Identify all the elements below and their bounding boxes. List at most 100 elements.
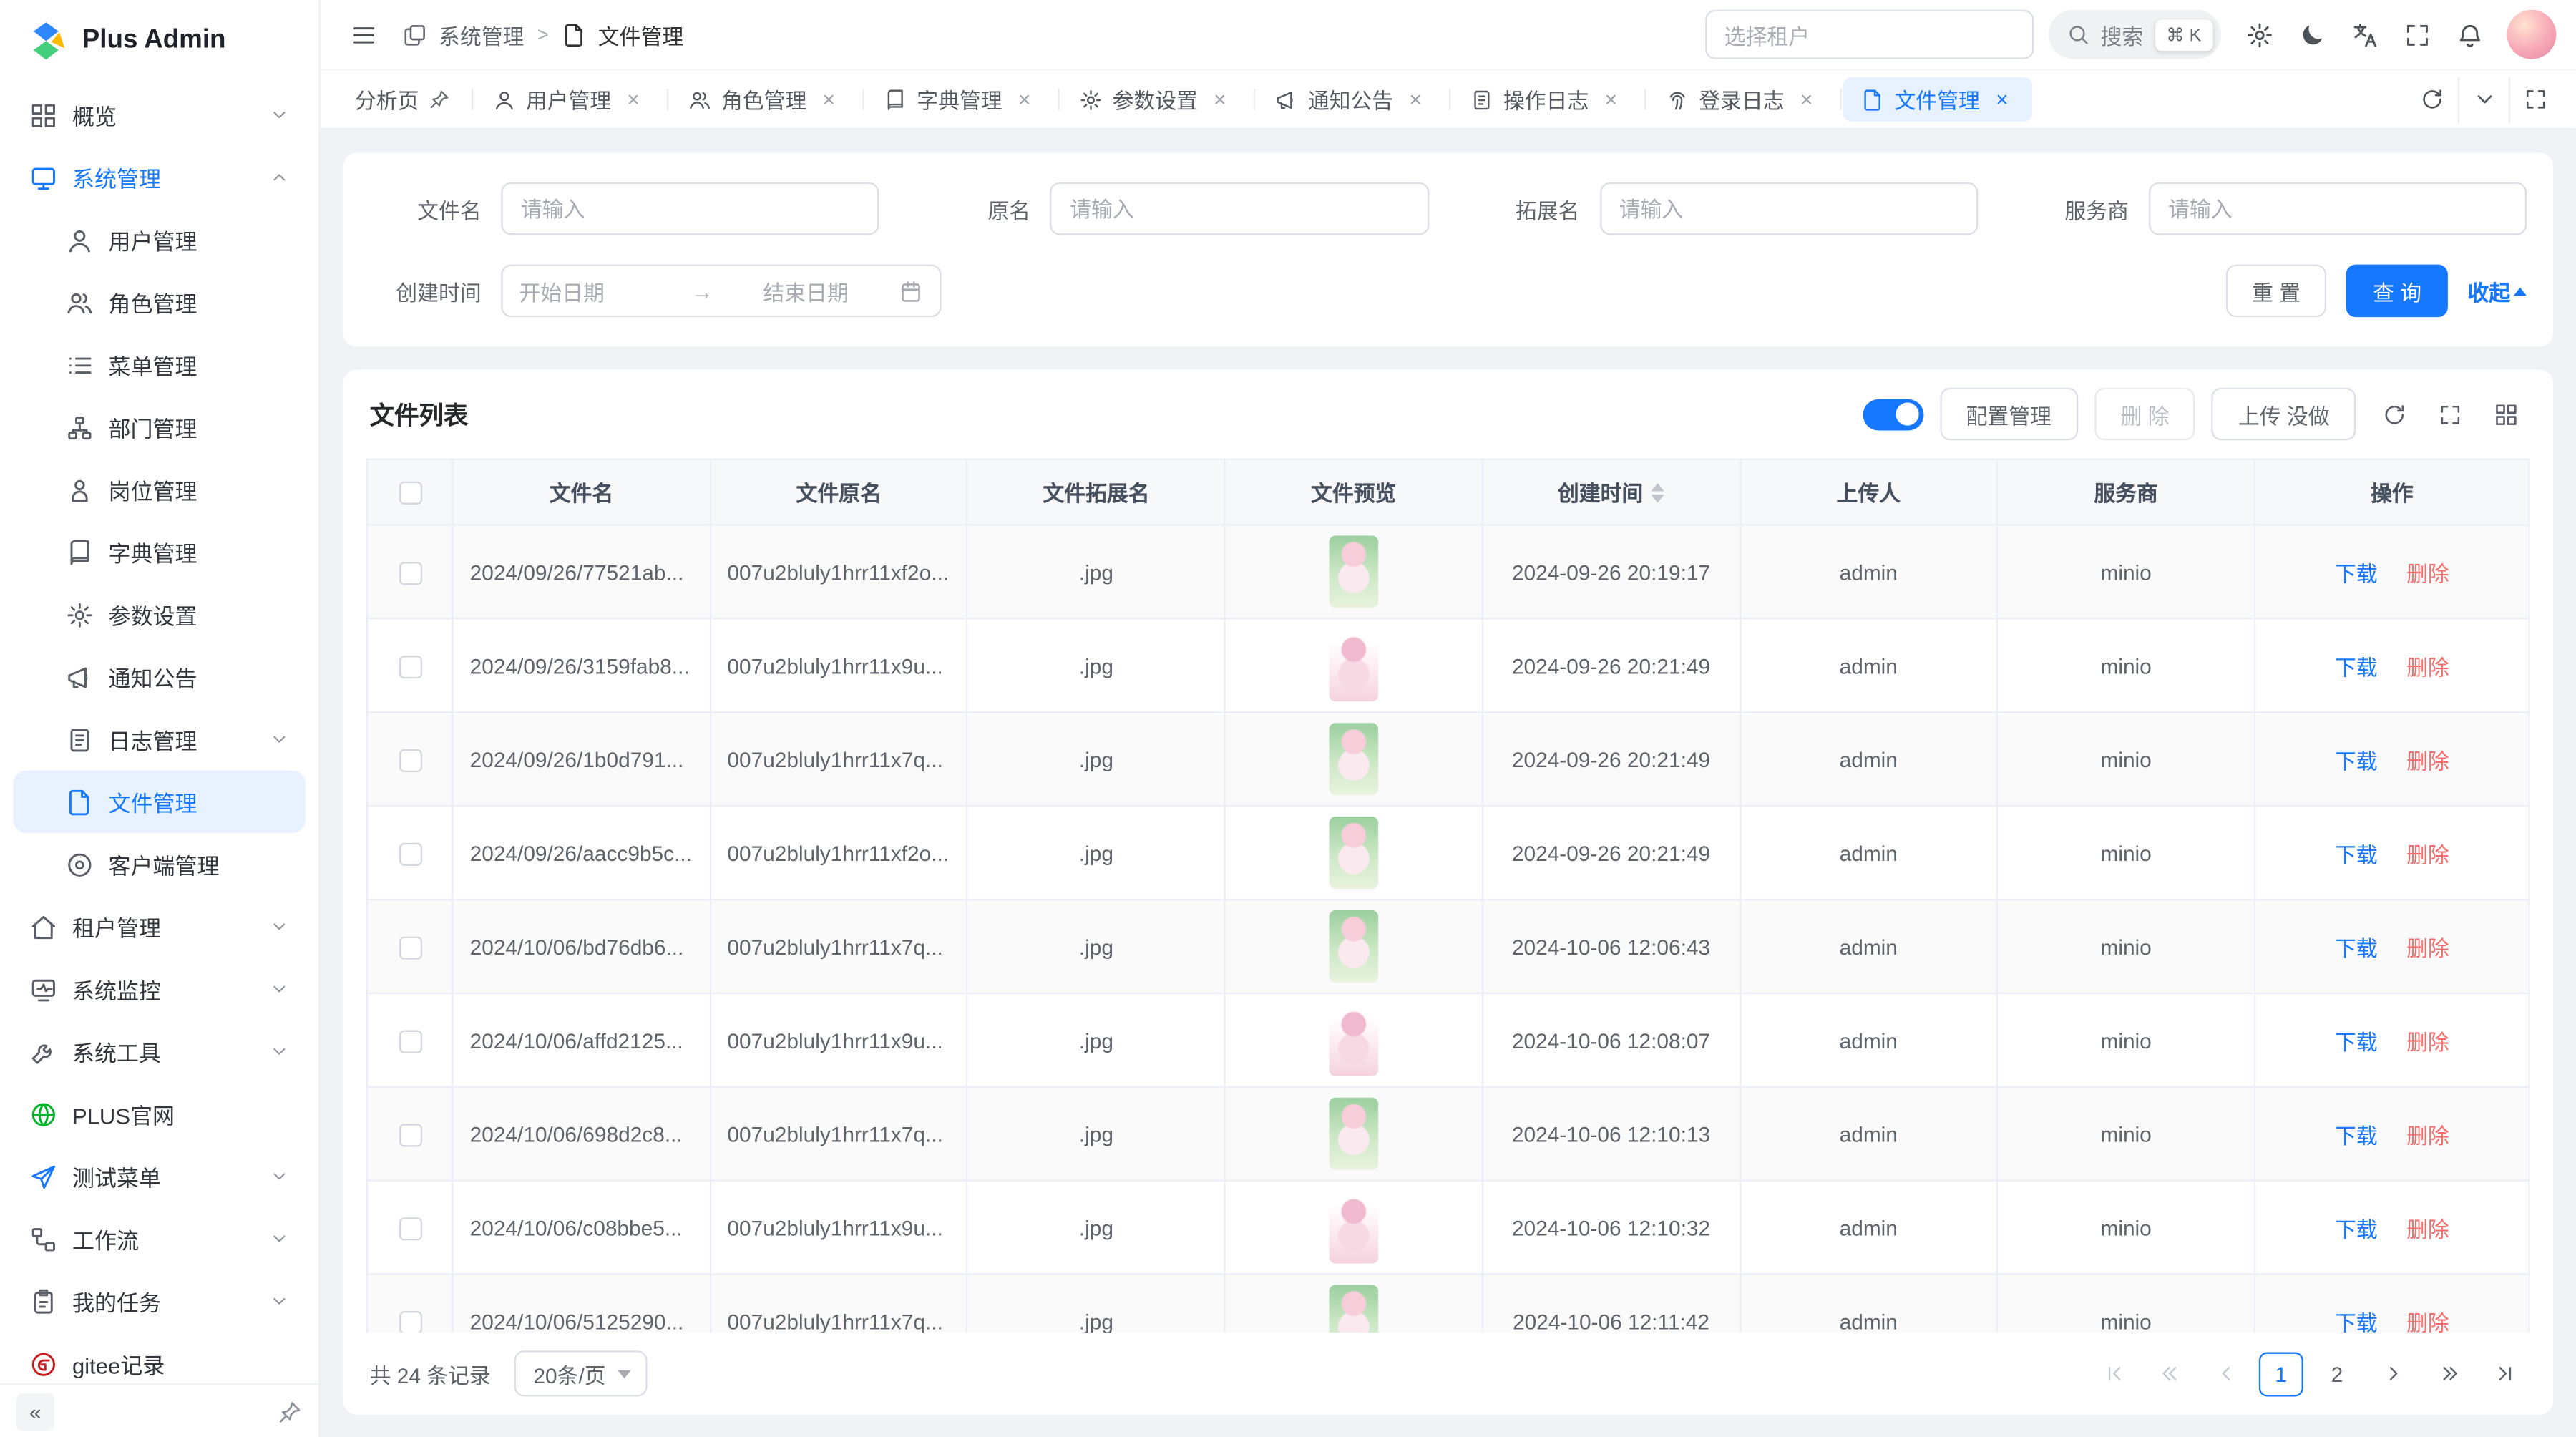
download-link[interactable]: 下载 xyxy=(2335,842,2378,867)
filter-input[interactable] xyxy=(501,182,879,235)
breadcrumb-system-mgmt[interactable]: > 系统管理 xyxy=(402,19,524,50)
row-checkbox[interactable] xyxy=(399,749,421,771)
delete-button[interactable]: 删 除 xyxy=(2094,388,2195,440)
sidebar-item-notice[interactable]: 通知公告 xyxy=(13,646,306,708)
prev-5-pages-button[interactable] xyxy=(2147,1351,2192,1395)
column-settings-icon[interactable] xyxy=(2484,393,2527,436)
select-all-checkbox[interactable] xyxy=(399,482,421,505)
close-tab-icon[interactable]: × xyxy=(1599,87,1623,112)
hamburger-menu-icon[interactable] xyxy=(340,11,386,57)
delete-link[interactable]: 删除 xyxy=(2406,936,2449,960)
global-search[interactable]: 搜索 ⌘ K xyxy=(2048,10,2221,59)
sidebar-item-param-settings[interactable]: 参数设置 xyxy=(13,583,306,646)
tab-user-mgmt[interactable]: 用户管理 × xyxy=(475,77,664,122)
close-tab-icon[interactable]: × xyxy=(816,87,841,112)
next-page-button[interactable] xyxy=(2371,1351,2415,1395)
sidebar-pin-icon[interactable] xyxy=(278,1399,302,1423)
sidebar-item-my-tasks[interactable]: 我的任务 xyxy=(13,1270,306,1333)
refresh-list-icon[interactable] xyxy=(2372,393,2415,436)
config-management-button[interactable]: 配置管理 xyxy=(1940,388,2078,440)
sidebar-item-test-menu[interactable]: 测试菜单 xyxy=(13,1145,306,1207)
delete-link[interactable]: 删除 xyxy=(2406,1310,2449,1333)
tab-param-settings[interactable]: 参数设置 × xyxy=(1061,77,1250,122)
close-tab-icon[interactable]: × xyxy=(1208,87,1232,112)
first-page-button[interactable] xyxy=(2092,1351,2136,1395)
close-tab-icon[interactable]: × xyxy=(1012,87,1036,112)
collapse-filters-link[interactable]: 收起 xyxy=(2467,276,2527,307)
download-link[interactable]: 下载 xyxy=(2335,1217,2378,1241)
sidebar-item-workflow[interactable]: 工作流 xyxy=(13,1207,306,1270)
sidebar-item-file-mgmt[interactable]: 文件管理 xyxy=(13,771,306,833)
toggle-switch[interactable] xyxy=(1863,399,1923,430)
date-range-picker[interactable]: 开始日期 → 结束日期 xyxy=(501,265,941,317)
sidebar-item-log-mgmt[interactable]: 日志管理 xyxy=(13,708,306,771)
delete-link[interactable]: 删除 xyxy=(2406,1217,2449,1241)
sidebar-item-system-tools[interactable]: 系统工具 xyxy=(13,1020,306,1083)
sidebar-item-role-mgmt[interactable]: 角色管理 xyxy=(13,271,306,333)
close-tab-icon[interactable]: × xyxy=(1990,87,2014,112)
delete-link[interactable]: 删除 xyxy=(2406,1123,2449,1147)
row-checkbox[interactable] xyxy=(399,1030,421,1053)
sidebar-item-system-mgmt[interactable]: 系统管理 xyxy=(13,146,306,208)
sidebar-item-menu-mgmt[interactable]: 菜单管理 xyxy=(13,333,306,396)
user-avatar[interactable] xyxy=(2507,10,2557,59)
download-link[interactable]: 下载 xyxy=(2335,1310,2378,1333)
tab-login-log[interactable]: 登录日志 × xyxy=(1648,77,1837,122)
file-preview-thumbnail[interactable] xyxy=(1329,1098,1378,1170)
download-link[interactable]: 下载 xyxy=(2335,1029,2378,1053)
upload-button[interactable]: 上传 没做 xyxy=(2212,388,2356,440)
sidebar-item-user-mgmt[interactable]: 用户管理 xyxy=(13,209,306,271)
file-preview-thumbnail[interactable] xyxy=(1329,535,1378,608)
refresh-page-icon[interactable] xyxy=(2406,77,2457,122)
sidebar-item-client-mgmt[interactable]: 客户端管理 xyxy=(13,833,306,895)
download-link[interactable]: 下载 xyxy=(2335,936,2378,960)
download-link[interactable]: 下载 xyxy=(2335,655,2378,679)
sidebar-item-dept-mgmt[interactable]: 部门管理 xyxy=(13,396,306,458)
sidebar-item-plus-site[interactable]: PLUS官网 xyxy=(13,1083,306,1145)
tab-analysis[interactable]: 分析页 × xyxy=(337,77,469,122)
download-link[interactable]: 下载 xyxy=(2335,749,2378,773)
breadcrumb-file-mgmt[interactable]: > 文件管理 xyxy=(537,19,683,50)
language-icon[interactable] xyxy=(2341,11,2387,57)
row-checkbox[interactable] xyxy=(399,1217,421,1240)
tab-dict-mgmt[interactable]: 字典管理 × xyxy=(866,77,1055,122)
sidebar-item-system-monitor[interactable]: 系统监控 xyxy=(13,958,306,1020)
file-preview-thumbnail[interactable] xyxy=(1329,1192,1378,1264)
dark-mode-icon[interactable] xyxy=(2288,11,2334,57)
delete-link[interactable]: 删除 xyxy=(2406,561,2449,585)
tenant-select[interactable]: 选择租户 xyxy=(1704,10,2033,59)
row-checkbox[interactable] xyxy=(399,1311,421,1333)
sidebar-item-gitee[interactable]: gitee记录 xyxy=(13,1333,306,1383)
filter-input[interactable] xyxy=(1599,182,1978,235)
next-5-pages-button[interactable] xyxy=(2426,1351,2471,1395)
download-link[interactable]: 下载 xyxy=(2335,1123,2378,1147)
tab-file-mgmt[interactable]: 文件管理 × xyxy=(1843,77,2032,122)
delete-link[interactable]: 删除 xyxy=(2406,749,2449,773)
row-checkbox[interactable] xyxy=(399,1124,421,1146)
row-checkbox[interactable] xyxy=(399,842,421,865)
tabs-dropdown-icon[interactable] xyxy=(2458,77,2509,122)
file-preview-thumbnail[interactable] xyxy=(1329,910,1378,983)
delete-link[interactable]: 删除 xyxy=(2406,655,2449,679)
delete-link[interactable]: 删除 xyxy=(2406,842,2449,867)
sidebar-item-post-mgmt[interactable]: 岗位管理 xyxy=(13,459,306,521)
sort-caret-icon[interactable] xyxy=(1652,476,1664,509)
prev-page-button[interactable] xyxy=(2203,1351,2248,1395)
sidebar-collapse-button[interactable]: « xyxy=(16,1393,54,1431)
filter-input[interactable] xyxy=(2148,182,2527,235)
tab-notice[interactable]: 通知公告 × xyxy=(1257,77,1446,122)
row-checkbox[interactable] xyxy=(399,656,421,678)
tab-role-mgmt[interactable]: 角色管理 × xyxy=(670,77,859,122)
fullscreen-icon[interactable] xyxy=(2394,11,2439,57)
notifications-icon[interactable] xyxy=(2446,11,2492,57)
row-checkbox[interactable] xyxy=(399,562,421,585)
reset-button[interactable]: 重 置 xyxy=(2225,265,2326,317)
settings-icon[interactable] xyxy=(2236,11,2282,57)
file-preview-thumbnail[interactable] xyxy=(1329,817,1378,889)
page-button-1[interactable]: 1 xyxy=(2259,1351,2303,1395)
last-page-button[interactable] xyxy=(2482,1351,2527,1395)
filter-input[interactable] xyxy=(1050,182,1429,235)
file-preview-thumbnail[interactable] xyxy=(1329,723,1378,795)
page-size-select[interactable]: 20条/页 xyxy=(514,1350,647,1396)
close-tab-icon[interactable]: × xyxy=(621,87,645,112)
